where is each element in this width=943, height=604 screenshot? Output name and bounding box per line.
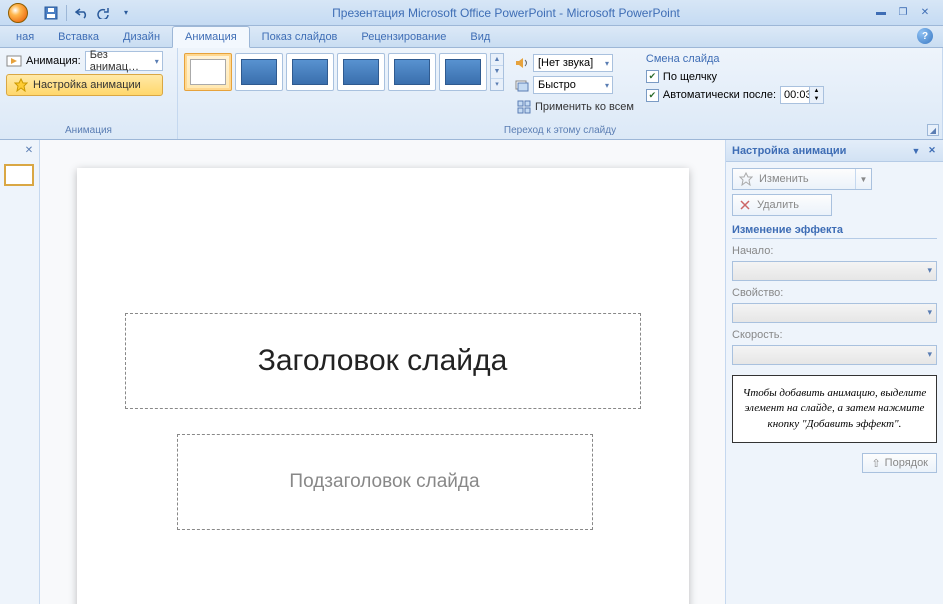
speed-combo-tp[interactable]: [732, 345, 937, 365]
auto-after-time[interactable]: 00:03 ▲▼: [780, 86, 824, 104]
auto-after-checkbox[interactable]: ✔: [646, 89, 659, 102]
order-button[interactable]: ⇧ Порядок: [862, 453, 937, 473]
slide-editor[interactable]: Заголовок слайда Подзаголовок слайда: [40, 140, 725, 604]
group-transition-label: Переход к этому слайду: [184, 123, 936, 139]
title-bar: ▾ Презентация Microsoft Office PowerPoin…: [0, 0, 943, 26]
sound-icon: [514, 55, 530, 71]
tab-animation[interactable]: Анимация: [172, 26, 250, 48]
speed-icon: [514, 77, 530, 93]
speed-label: Скорость:: [732, 329, 937, 341]
slide-canvas[interactable]: Заголовок слайда Подзаголовок слайда: [77, 168, 689, 604]
start-label: Начало:: [732, 245, 937, 257]
undo-icon[interactable]: [73, 4, 91, 22]
ribbon-tabs: ная Вставка Дизайн Анимация Показ слайдо…: [0, 26, 943, 48]
apply-all-button[interactable]: Применить ко всем: [514, 97, 636, 117]
window-buttons: ▬ ❐ ✕: [871, 6, 943, 20]
auto-after-label: Автоматически после:: [663, 89, 776, 101]
transition-item-5[interactable]: [439, 53, 487, 91]
gallery-more-button[interactable]: ▲▼▾: [490, 53, 504, 91]
qat-more-icon[interactable]: ▾: [117, 4, 135, 22]
animation-task-pane: Настройка анимации ▼ ✕ Изменить ▼ Удалит…: [725, 140, 943, 604]
sound-combo[interactable]: [Нет звука]: [533, 54, 613, 72]
delete-icon: [739, 199, 751, 211]
group-transition: ▲▼▾ [Нет звука] Быстро: [178, 48, 943, 139]
custom-animation-button[interactable]: Настройка анимации: [6, 74, 163, 96]
window-title: Презентация Microsoft Office PowerPoint …: [141, 6, 871, 20]
change-effect-button[interactable]: Изменить ▼: [732, 168, 872, 190]
delete-effect-button[interactable]: Удалить: [732, 194, 832, 216]
close-button[interactable]: ✕: [915, 6, 935, 20]
tab-design[interactable]: Дизайн: [111, 27, 172, 47]
apply-all-icon: [516, 99, 532, 115]
start-combo[interactable]: [732, 261, 937, 281]
advance-header: Смена слайда: [646, 53, 824, 67]
star-wand-icon: [739, 172, 753, 186]
speed-combo[interactable]: Быстро: [533, 76, 613, 94]
transition-item-3[interactable]: [337, 53, 385, 91]
taskpane-header: Настройка анимации ▼ ✕: [726, 140, 943, 162]
thumbnails-close-icon[interactable]: ✕: [23, 144, 35, 156]
property-combo[interactable]: [732, 303, 937, 323]
slide-thumbnails-pane: ✕: [0, 140, 40, 604]
animation-label: Анимация:: [26, 55, 81, 67]
transition-gallery: ▲▼▾: [184, 53, 504, 91]
taskpane-hint: Чтобы добавить анимацию, выделите элемен…: [732, 375, 937, 443]
redo-icon[interactable]: [95, 4, 113, 22]
tab-home[interactable]: ная: [4, 27, 46, 47]
slide-thumbnail-1[interactable]: [4, 164, 34, 186]
star-icon: [13, 77, 29, 93]
taskpane-menu-icon[interactable]: ▼: [909, 144, 923, 158]
subtitle-placeholder[interactable]: Подзаголовок слайда: [177, 434, 593, 530]
tab-review[interactable]: Рецензирование: [349, 27, 458, 47]
spin-down-icon[interactable]: ▼: [810, 95, 823, 103]
office-button[interactable]: [0, 0, 36, 26]
ribbon: Анимация: Без анимац… Настройка анимации…: [0, 48, 943, 140]
chevron-down-icon[interactable]: ▼: [855, 169, 871, 189]
property-label: Свойство:: [732, 287, 937, 299]
effect-change-section: Изменение эффекта: [732, 224, 937, 239]
minimize-button[interactable]: ▬: [871, 6, 891, 20]
group-dialog-launcher[interactable]: ◢: [927, 124, 939, 136]
arrow-up-icon: ⇧: [871, 457, 880, 470]
tab-insert[interactable]: Вставка: [46, 27, 111, 47]
group-animation-label: Анимация: [6, 123, 171, 139]
transition-item-2[interactable]: [286, 53, 334, 91]
on-click-checkbox[interactable]: ✔: [646, 70, 659, 83]
transition-item-1[interactable]: [235, 53, 283, 91]
title-placeholder[interactable]: Заголовок слайда: [125, 313, 641, 409]
quick-access-toolbar: ▾: [36, 4, 141, 22]
transition-item-4[interactable]: [388, 53, 436, 91]
transition-none[interactable]: [184, 53, 232, 91]
preview-icon: [6, 53, 22, 69]
save-icon[interactable]: [42, 4, 60, 22]
spin-up-icon[interactable]: ▲: [810, 87, 823, 95]
help-icon[interactable]: ?: [917, 28, 933, 44]
animation-combo[interactable]: Без анимац…: [85, 51, 163, 71]
tab-view[interactable]: Вид: [458, 27, 502, 47]
tab-slideshow[interactable]: Показ слайдов: [250, 27, 350, 47]
restore-button[interactable]: ❐: [893, 6, 913, 20]
on-click-label: По щелчку: [663, 71, 717, 83]
group-animation: Анимация: Без анимац… Настройка анимации…: [0, 48, 178, 139]
title-placeholder-text: Заголовок слайда: [258, 344, 508, 378]
subtitle-placeholder-text: Подзаголовок слайда: [289, 471, 479, 493]
workspace: ✕ Заголовок слайда Подзаголовок слайда Н…: [0, 140, 943, 604]
taskpane-close-icon[interactable]: ✕: [925, 144, 939, 158]
